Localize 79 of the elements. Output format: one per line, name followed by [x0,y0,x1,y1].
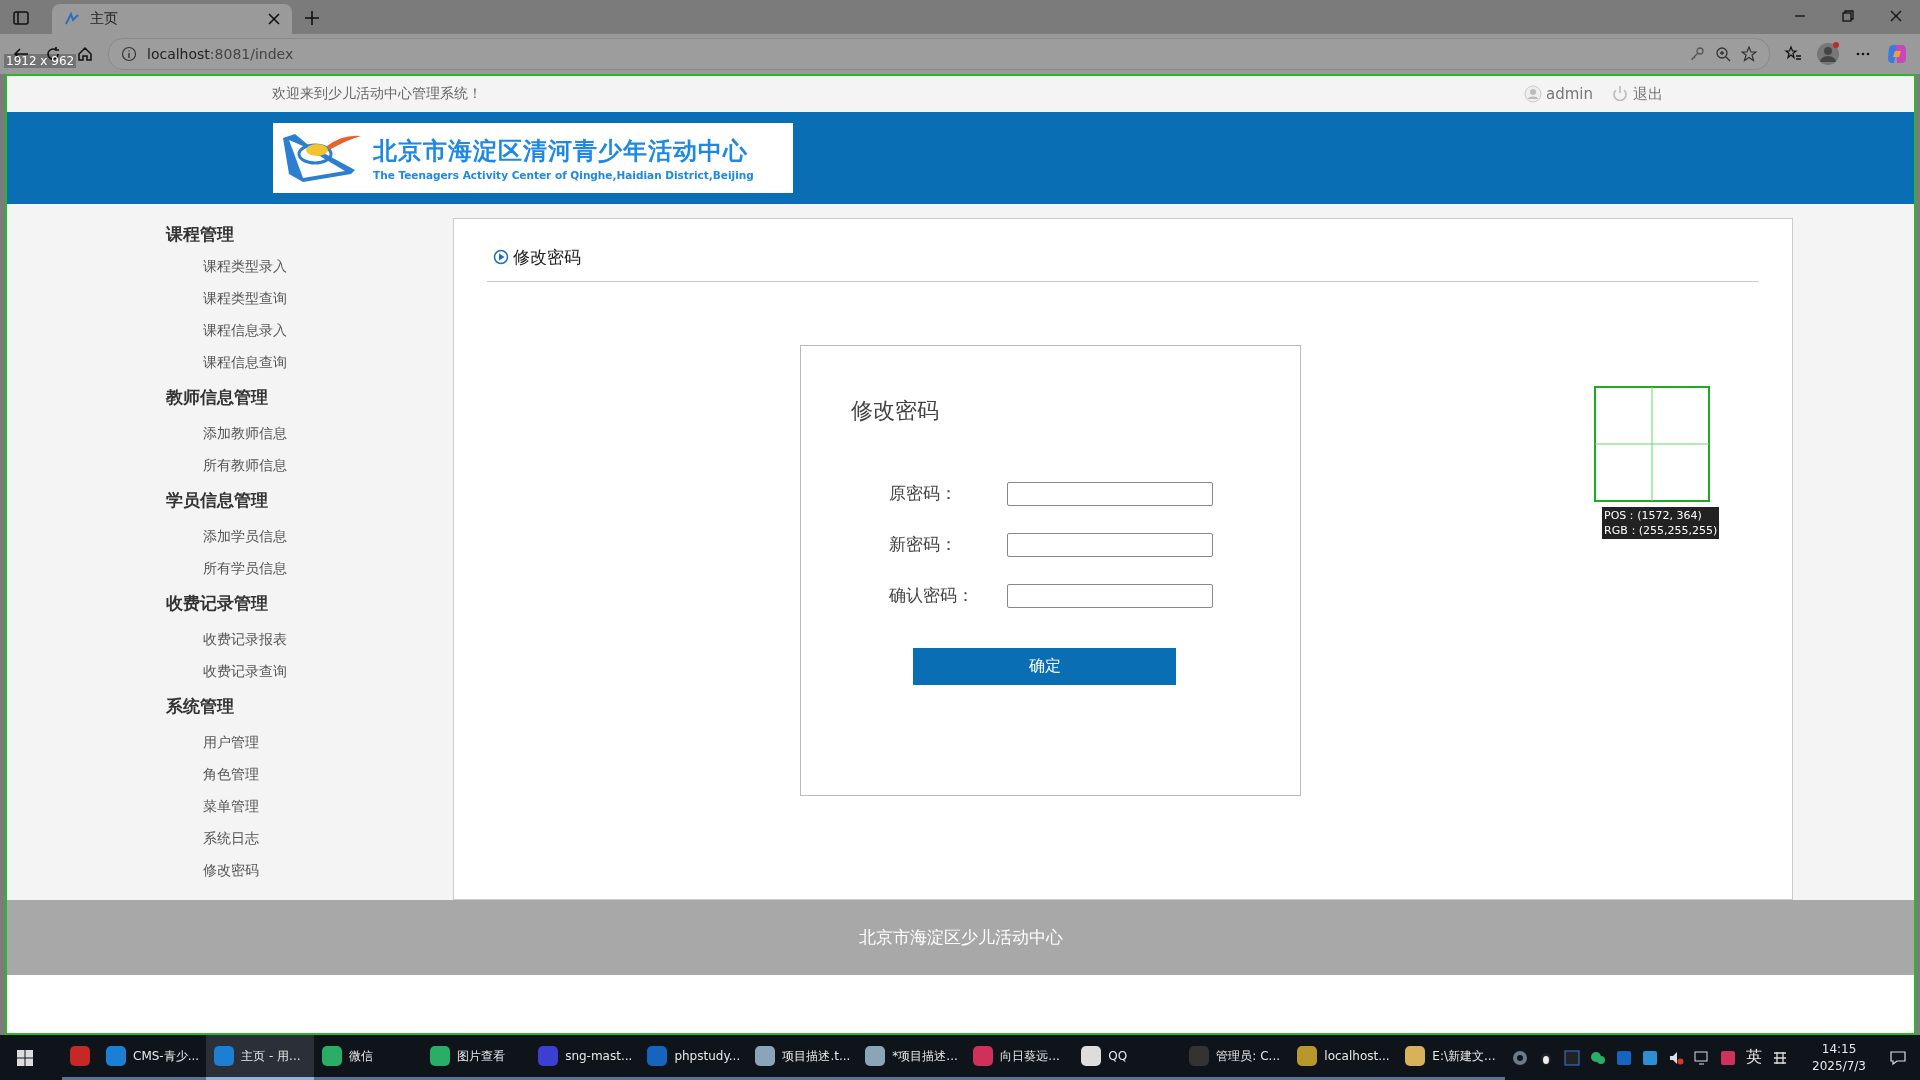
menu-item[interactable]: 添加教师信息 [166,417,453,449]
capture-size-label: 1912 x 962 [4,54,77,68]
menu-item[interactable]: 添加学员信息 [166,520,453,552]
password-field[interactable] [1007,481,1213,506]
menu-item[interactable]: 菜单管理 [166,790,453,822]
play-circle-icon [493,249,509,265]
monitor-icon[interactable] [1694,1049,1711,1066]
key-icon[interactable] [1689,46,1705,62]
menu-group-title: 学员信息管理 [166,489,269,512]
menu-group-title: 教师信息管理 [166,386,269,409]
taskbar-app[interactable]: sng-mast... [530,1035,640,1080]
username-link[interactable]: admin [1546,85,1593,103]
square-tray-icon[interactable] [1720,1049,1737,1066]
menu-item[interactable]: 角色管理 [166,758,453,790]
field-label: 确认密码： [888,584,975,607]
taskbar-app[interactable]: 主页 - 用... [206,1035,315,1080]
input-method-indicator[interactable]: 英 [1746,1047,1763,1068]
menu-item[interactable]: 用户管理 [166,726,453,758]
taskbar-app[interactable]: QQ [1073,1035,1182,1080]
square-tray-icon[interactable] [1642,1049,1659,1066]
password-field[interactable] [1007,532,1213,557]
menu-item[interactable]: 课程信息录入 [166,314,453,346]
home-icon[interactable] [76,45,94,63]
taskbar-app[interactable]: phpstudy... [639,1035,748,1080]
address-bar[interactable]: localhost:8081/index [108,38,1770,70]
favicon-icon [64,11,80,27]
menu-item[interactable]: 课程类型录入 [166,250,453,282]
menu-item[interactable]: 所有教师信息 [166,449,453,481]
pixel-color-text: RGB：(255,255,255) [1604,523,1718,538]
field-label: 新密码： [888,533,958,556]
menu-item[interactable]: 系统日志 [166,822,453,854]
browser-tab[interactable]: 主页 [52,4,292,34]
confirm-button[interactable]: 确定 [913,648,1176,685]
password-field[interactable] [1007,583,1213,608]
page-title: 修改密码 [513,245,581,269]
taskbar-app[interactable]: 向日葵远... [965,1035,1074,1080]
logo-title: 北京市海淀区清河青少年活动中心 [373,136,749,167]
menu-group-title: 收费记录管理 [166,592,269,615]
taskbar-app[interactable]: 微信 [314,1035,423,1080]
tab-actions-icon[interactable] [12,9,30,27]
menu-item[interactable]: 收费记录报表 [166,623,453,655]
info-icon[interactable] [121,46,137,62]
notification-icon[interactable] [1890,1049,1906,1066]
footer-text: 北京市海淀区少儿活动中心 [7,900,1914,975]
form-title: 修改密码 [851,397,940,425]
taskbar-app[interactable]: 项目描述.t... [747,1035,858,1080]
taskbar-app[interactable]: 管理员: C... [1181,1035,1290,1080]
menu-item[interactable]: 修改密码 [166,854,453,886]
cursor-position-text: POS：(1572, 364) [1604,508,1703,523]
taskbar-app[interactable]: localhost... [1289,1035,1398,1080]
menu-group-title: 系统管理 [166,695,235,718]
new-tab-icon[interactable] [304,10,320,26]
user-icon [1524,85,1542,103]
menu-item[interactable]: 课程类型查询 [166,282,453,314]
clock-time[interactable]: 14:15 [1821,1040,1857,1058]
logo-subtitle: The Teenagers Activity Center of Qinghe,Haidian District,Beijing [373,169,754,181]
power-icon [1611,85,1629,103]
logout-link[interactable]: 退出 [1633,84,1663,104]
star-icon[interactable] [1741,46,1757,62]
welcome-text: 欢迎来到少儿活动中心管理系统！ [272,85,482,103]
restore-icon[interactable] [1842,10,1854,22]
favorites-icon[interactable] [1784,45,1802,63]
square-tray-icon[interactable] [1616,1049,1633,1066]
start-icon[interactable] [16,1048,34,1067]
clock-date[interactable]: 2025/7/3 [1812,1057,1866,1075]
close-icon[interactable] [1890,10,1902,22]
grid-keyboard-icon[interactable] [1772,1049,1789,1066]
menu-item[interactable]: 所有学员信息 [166,552,453,584]
taskbar-app[interactable]: 图片查看 [422,1035,531,1080]
taskbar-app[interactable]: E:\新建文... [1397,1035,1506,1080]
close-icon[interactable] [268,13,280,25]
profile-avatar-icon[interactable] [1816,42,1840,66]
zoom-icon[interactable] [1715,46,1731,62]
menu-item[interactable]: 收费记录查询 [166,655,453,687]
menu-item[interactable]: 课程信息查询 [166,346,453,378]
taskbar-app[interactable]: *项目描述... [857,1035,966,1080]
chat-bubbles-icon[interactable] [1590,1049,1607,1066]
field-label: 原密码： [888,482,958,505]
menu-group-title: 课程管理 [166,223,235,246]
